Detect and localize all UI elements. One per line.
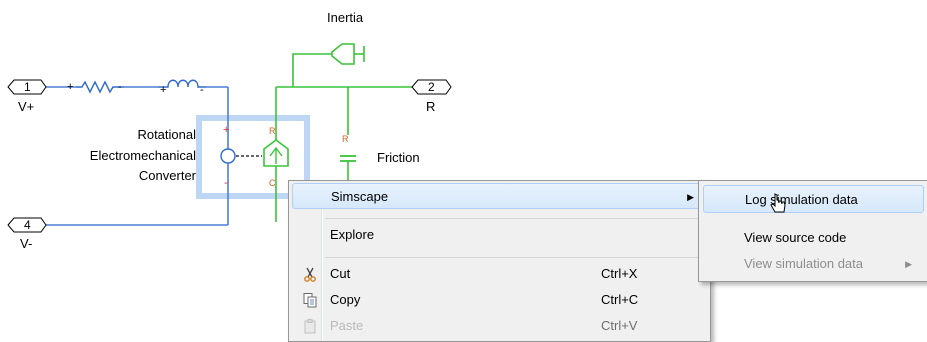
menu-item-paste-label: Paste xyxy=(330,318,364,333)
inport-1-label: V+ xyxy=(18,99,34,114)
menu-separator xyxy=(325,257,706,258)
copy-icon xyxy=(303,293,317,308)
menu-item-log-simulation-data[interactable]: Log simulation data xyxy=(703,185,924,213)
inductor-plus-mark: + xyxy=(160,84,166,96)
inport-1[interactable]: 1 V+ xyxy=(7,79,47,114)
menu-item-paste-shortcut: Ctrl+V xyxy=(601,318,638,333)
current-source-icon xyxy=(220,148,236,164)
converter-plus-mark: + xyxy=(223,124,229,136)
outport-2-number: 2 xyxy=(428,80,435,94)
menu-item-copy-label: Copy xyxy=(330,292,361,307)
friction-port-r: R xyxy=(342,134,349,144)
converter-label-line-3: Converter xyxy=(139,168,197,183)
simscape-submenu: Log simulation data View source code Vie… xyxy=(698,180,927,282)
inductor-minus-mark: - xyxy=(200,84,204,96)
menu-item-paste[interactable]: Paste Ctrl+V xyxy=(292,313,705,339)
submenu-arrow-icon: ▶ xyxy=(905,259,912,269)
menu-item-log-simulation-data-label: Log simulation data xyxy=(745,192,858,207)
resistor-plus-mark: + xyxy=(67,81,73,93)
inertia-label: Inertia xyxy=(327,10,364,25)
inport-4-label: V- xyxy=(20,236,32,251)
paste-icon xyxy=(304,319,316,334)
inport-1-number: 1 xyxy=(24,80,31,94)
menu-item-view-simulation-data-label: View simulation data xyxy=(744,256,863,271)
inport-4[interactable]: 4 V- xyxy=(7,217,47,251)
converter-port-c: C xyxy=(269,178,276,188)
menu-item-view-source-code-label: View source code xyxy=(744,230,847,245)
friction-block[interactable]: R Friction xyxy=(340,134,420,180)
converter-port-r: R xyxy=(269,126,276,136)
menu-item-explore[interactable]: Explore xyxy=(292,222,705,248)
friction-label: Friction xyxy=(377,150,420,165)
submenu-arrow-icon: ▶ xyxy=(687,192,694,202)
converter-label-line-2: Electromechanical xyxy=(90,148,196,163)
menu-item-copy-shortcut: Ctrl+C xyxy=(601,292,639,307)
outport-2-label: R xyxy=(426,99,435,114)
menu-separator xyxy=(325,218,706,219)
menu-item-simscape[interactable]: Simscape ▶ xyxy=(292,183,705,209)
menu-item-view-simulation-data[interactable]: View simulation data ▶ xyxy=(703,251,924,277)
inductor-block[interactable]: + - xyxy=(158,79,206,96)
menu-item-copy[interactable]: Copy Ctrl+C xyxy=(292,287,705,313)
menu-item-view-source-code[interactable]: View source code xyxy=(703,225,924,251)
resistor-minus-mark: - xyxy=(118,81,122,93)
menu-item-cut-shortcut: Ctrl+X xyxy=(601,266,638,281)
mouse-pointer-icon xyxy=(770,193,786,213)
converter-minus-mark: - xyxy=(224,177,228,189)
scissors-icon xyxy=(304,267,316,282)
menu-item-explore-label: Explore xyxy=(330,227,375,242)
outport-2[interactable]: 2 R xyxy=(411,79,452,114)
inertia-block[interactable]: Inertia xyxy=(327,10,365,65)
converter-label-line-1: Rotational xyxy=(137,127,196,142)
menu-item-simscape-label: Simscape xyxy=(331,189,389,204)
menu-item-cut[interactable]: Cut Ctrl+X xyxy=(292,261,705,287)
context-menu: Simscape ▶ Explore Cut Ctrl+X Copy Ctrl+… xyxy=(288,180,711,342)
menu-item-cut-label: Cut xyxy=(330,266,351,281)
rotational-electromechanical-converter-block[interactable]: Rotational Electromechanical Converter +… xyxy=(90,124,289,190)
inport-4-number: 4 xyxy=(24,218,31,232)
